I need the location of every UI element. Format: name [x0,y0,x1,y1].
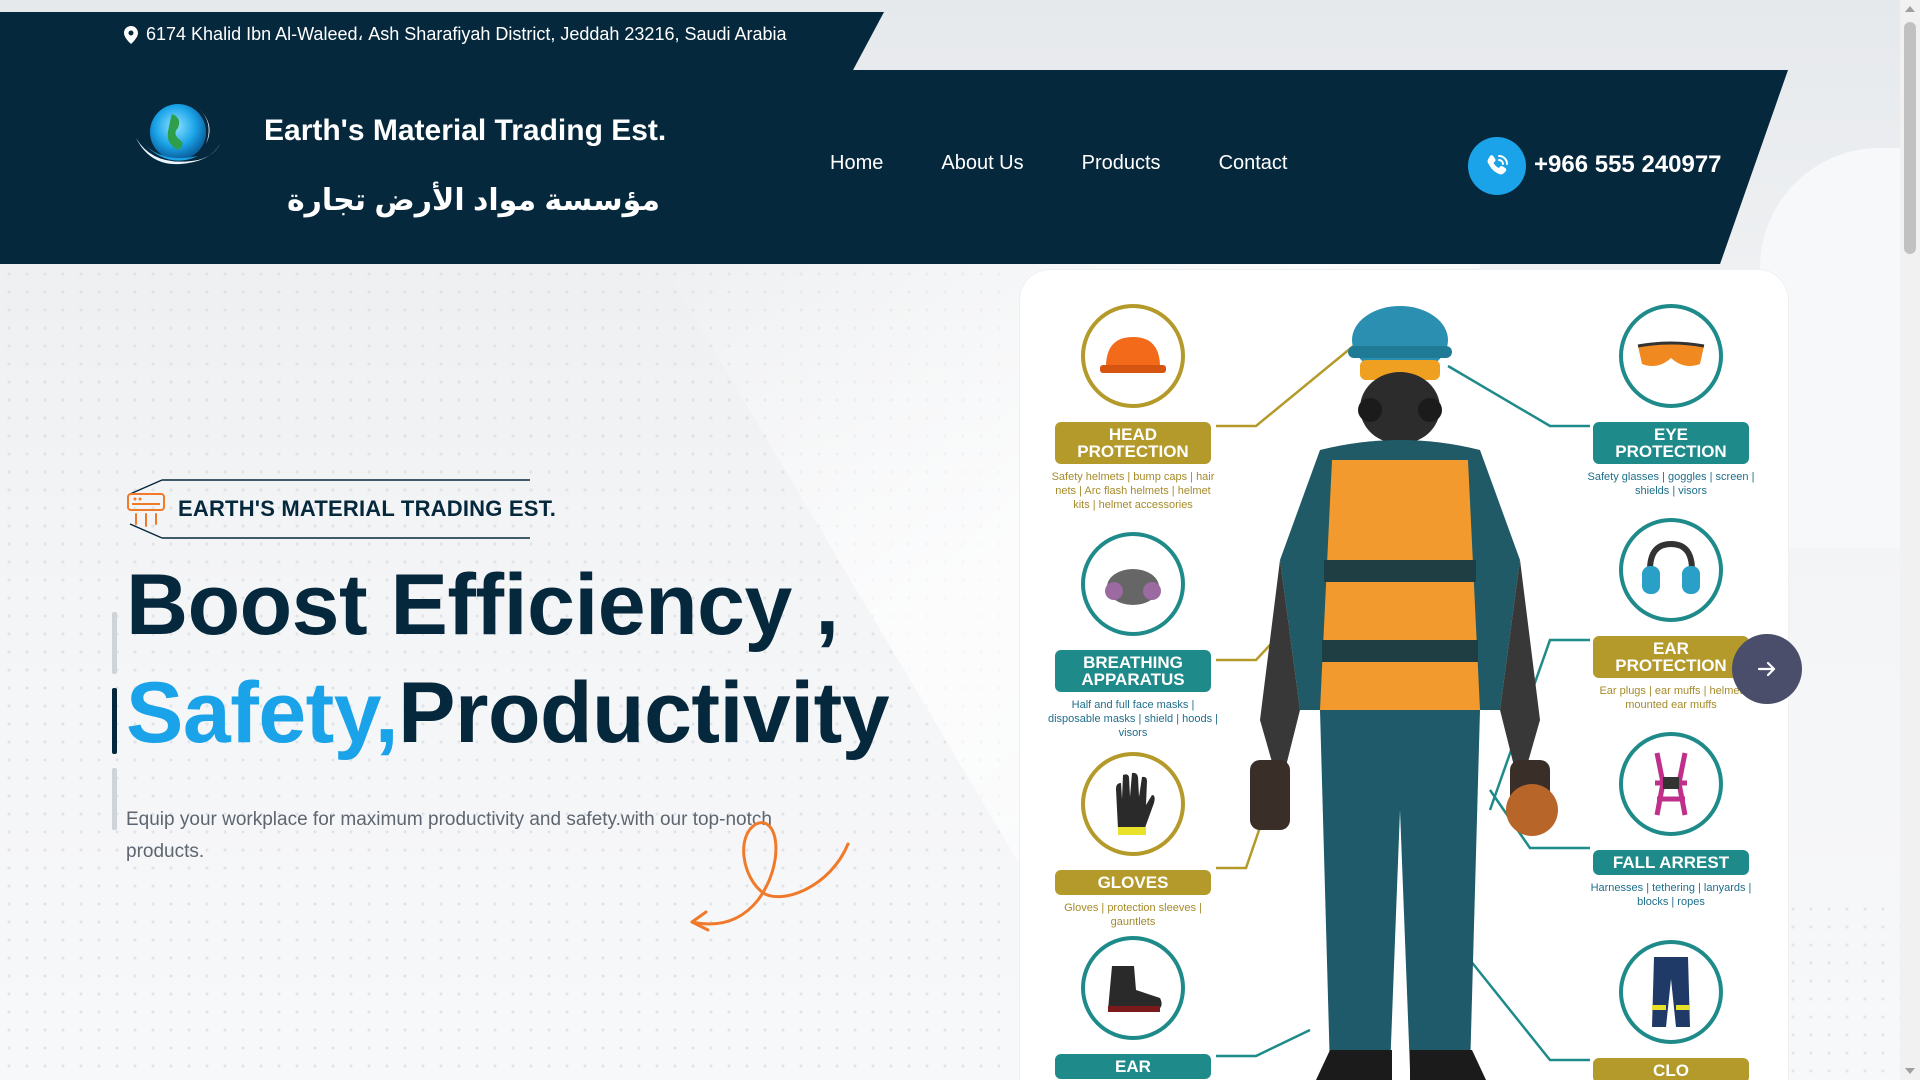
nav-home[interactable]: Home [830,152,883,175]
ppe-fall-arrest: FALL ARREST Harnesses | tethering | lany… [1586,732,1756,909]
top-address-bar: 6174 Khalid Ibn Al-Waleed، Ash Sharafiya… [0,12,884,70]
ppe-head-label: HEAD PROTECTION [1055,422,1211,464]
address-text: 6174 Khalid Ibn Al-Waleed، Ash Sharafiya… [146,24,787,44]
vertical-scrollbar[interactable] [1900,0,1920,1080]
accent-bar-bottom [112,768,117,830]
hero-headline-line2: Safety,Productivity [126,664,890,763]
glove-icon [1081,752,1185,856]
ppe-clothing-label: CLO [1593,1058,1749,1080]
ppe-fall-desc: Harnesses | tethering | lanyards | block… [1590,882,1752,908]
trousers-icon [1619,940,1723,1044]
hero-headline-line1: Boost Efficiency , [126,557,839,653]
ppe-eye-label: EYE PROTECTION [1593,422,1749,464]
decorative-arrow-swirl [690,821,850,932]
ppe-head-desc: Safety helmets | bump caps | hair nets |… [1051,471,1215,511]
ppe-eye-protection: EYE PROTECTION Safety glasses | goggles |… [1586,304,1756,498]
safety-worker-figure [1250,306,1558,1080]
slider-next-button[interactable] [1732,634,1802,704]
nav-about-us[interactable]: About Us [941,152,1023,175]
globe-logo-icon [136,104,220,165]
arrow-right-icon [1757,661,1776,677]
brand-name-english: Earth's Material Trading Est. [264,114,667,147]
accent-bar-middle [112,688,117,754]
nav-contact[interactable]: Contact [1219,152,1288,175]
scrollbar-thumb[interactable] [1904,22,1916,254]
ppe-head-protection: HEAD PROTECTION Safety helmets | bump cap… [1048,304,1218,512]
nav-products[interactable]: Products [1082,152,1161,175]
phone-number[interactable]: +966 555 240977 [1534,151,1722,179]
boot-icon [1081,936,1185,1040]
scroll-down-arrow-icon[interactable] [1905,1068,1915,1074]
ear-muffs-icon [1619,518,1723,622]
ppe-gloves-desc: Gloves | protection sleeves | gauntlets [1064,902,1202,928]
hero-headline-accent: Safety, [126,665,399,761]
air-conditioner-icon [127,493,165,527]
helmet-icon [1081,304,1185,408]
ppe-ear-desc: Ear plugs | ear muffs | helmet mounted e… [1599,685,1743,711]
harness-icon [1619,732,1723,836]
safety-glasses-icon [1619,304,1723,408]
brand-name-arabic: مؤسسة مواد الأرض تجارة [286,184,660,217]
ppe-gloves: GLOVES Gloves | protection sleeves | gau… [1048,752,1218,929]
hero-headline-rest: Productivity [398,665,890,761]
phone-call-button[interactable] [1468,137,1526,195]
respirator-icon [1081,532,1185,636]
ppe-ear-protection: EAR PROTECTION Ear plugs | ear muffs | he… [1586,518,1756,712]
scroll-up-arrow-icon[interactable] [1905,6,1915,12]
ppe-footwear-label: EAR [1055,1054,1211,1079]
ppe-breathing-apparatus: BREATHING APPARATUS Half and full face ma… [1048,532,1218,740]
ppe-image-card: HEAD PROTECTION Safety helmets | bump cap… [1020,270,1788,1080]
ppe-breathing-desc: Half and full face masks | disposable ma… [1048,699,1218,739]
accent-bar-top [112,612,117,674]
ppe-eye-desc: Safety glasses | goggles | screen | shie… [1587,471,1755,497]
address: 6174 Khalid Ibn Al-Waleed، Ash Sharafiya… [124,24,787,45]
ppe-clothing: CLO [1586,940,1756,1080]
company-logo[interactable] [128,92,224,180]
ppe-ear-label: EAR PROTECTION [1593,636,1749,678]
ppe-fall-label: FALL ARREST [1593,850,1749,875]
company-tag-text: EARTH'S MATERIAL TRADING EST. [178,496,557,521]
ppe-gloves-label: GLOVES [1055,870,1211,895]
ppe-footwear: EAR [1048,936,1218,1079]
main-navigation: Home About Us Products Contact [830,152,1288,175]
phone-icon [1487,155,1508,175]
location-pin-icon [124,25,138,44]
ppe-breathing-label: BREATHING APPARATUS [1055,650,1211,692]
page: 6174 Khalid Ibn Al-Waleed، Ash Sharafiya… [0,0,1900,1080]
company-tag: EARTH'S MATERIAL TRADING EST. [126,478,556,540]
